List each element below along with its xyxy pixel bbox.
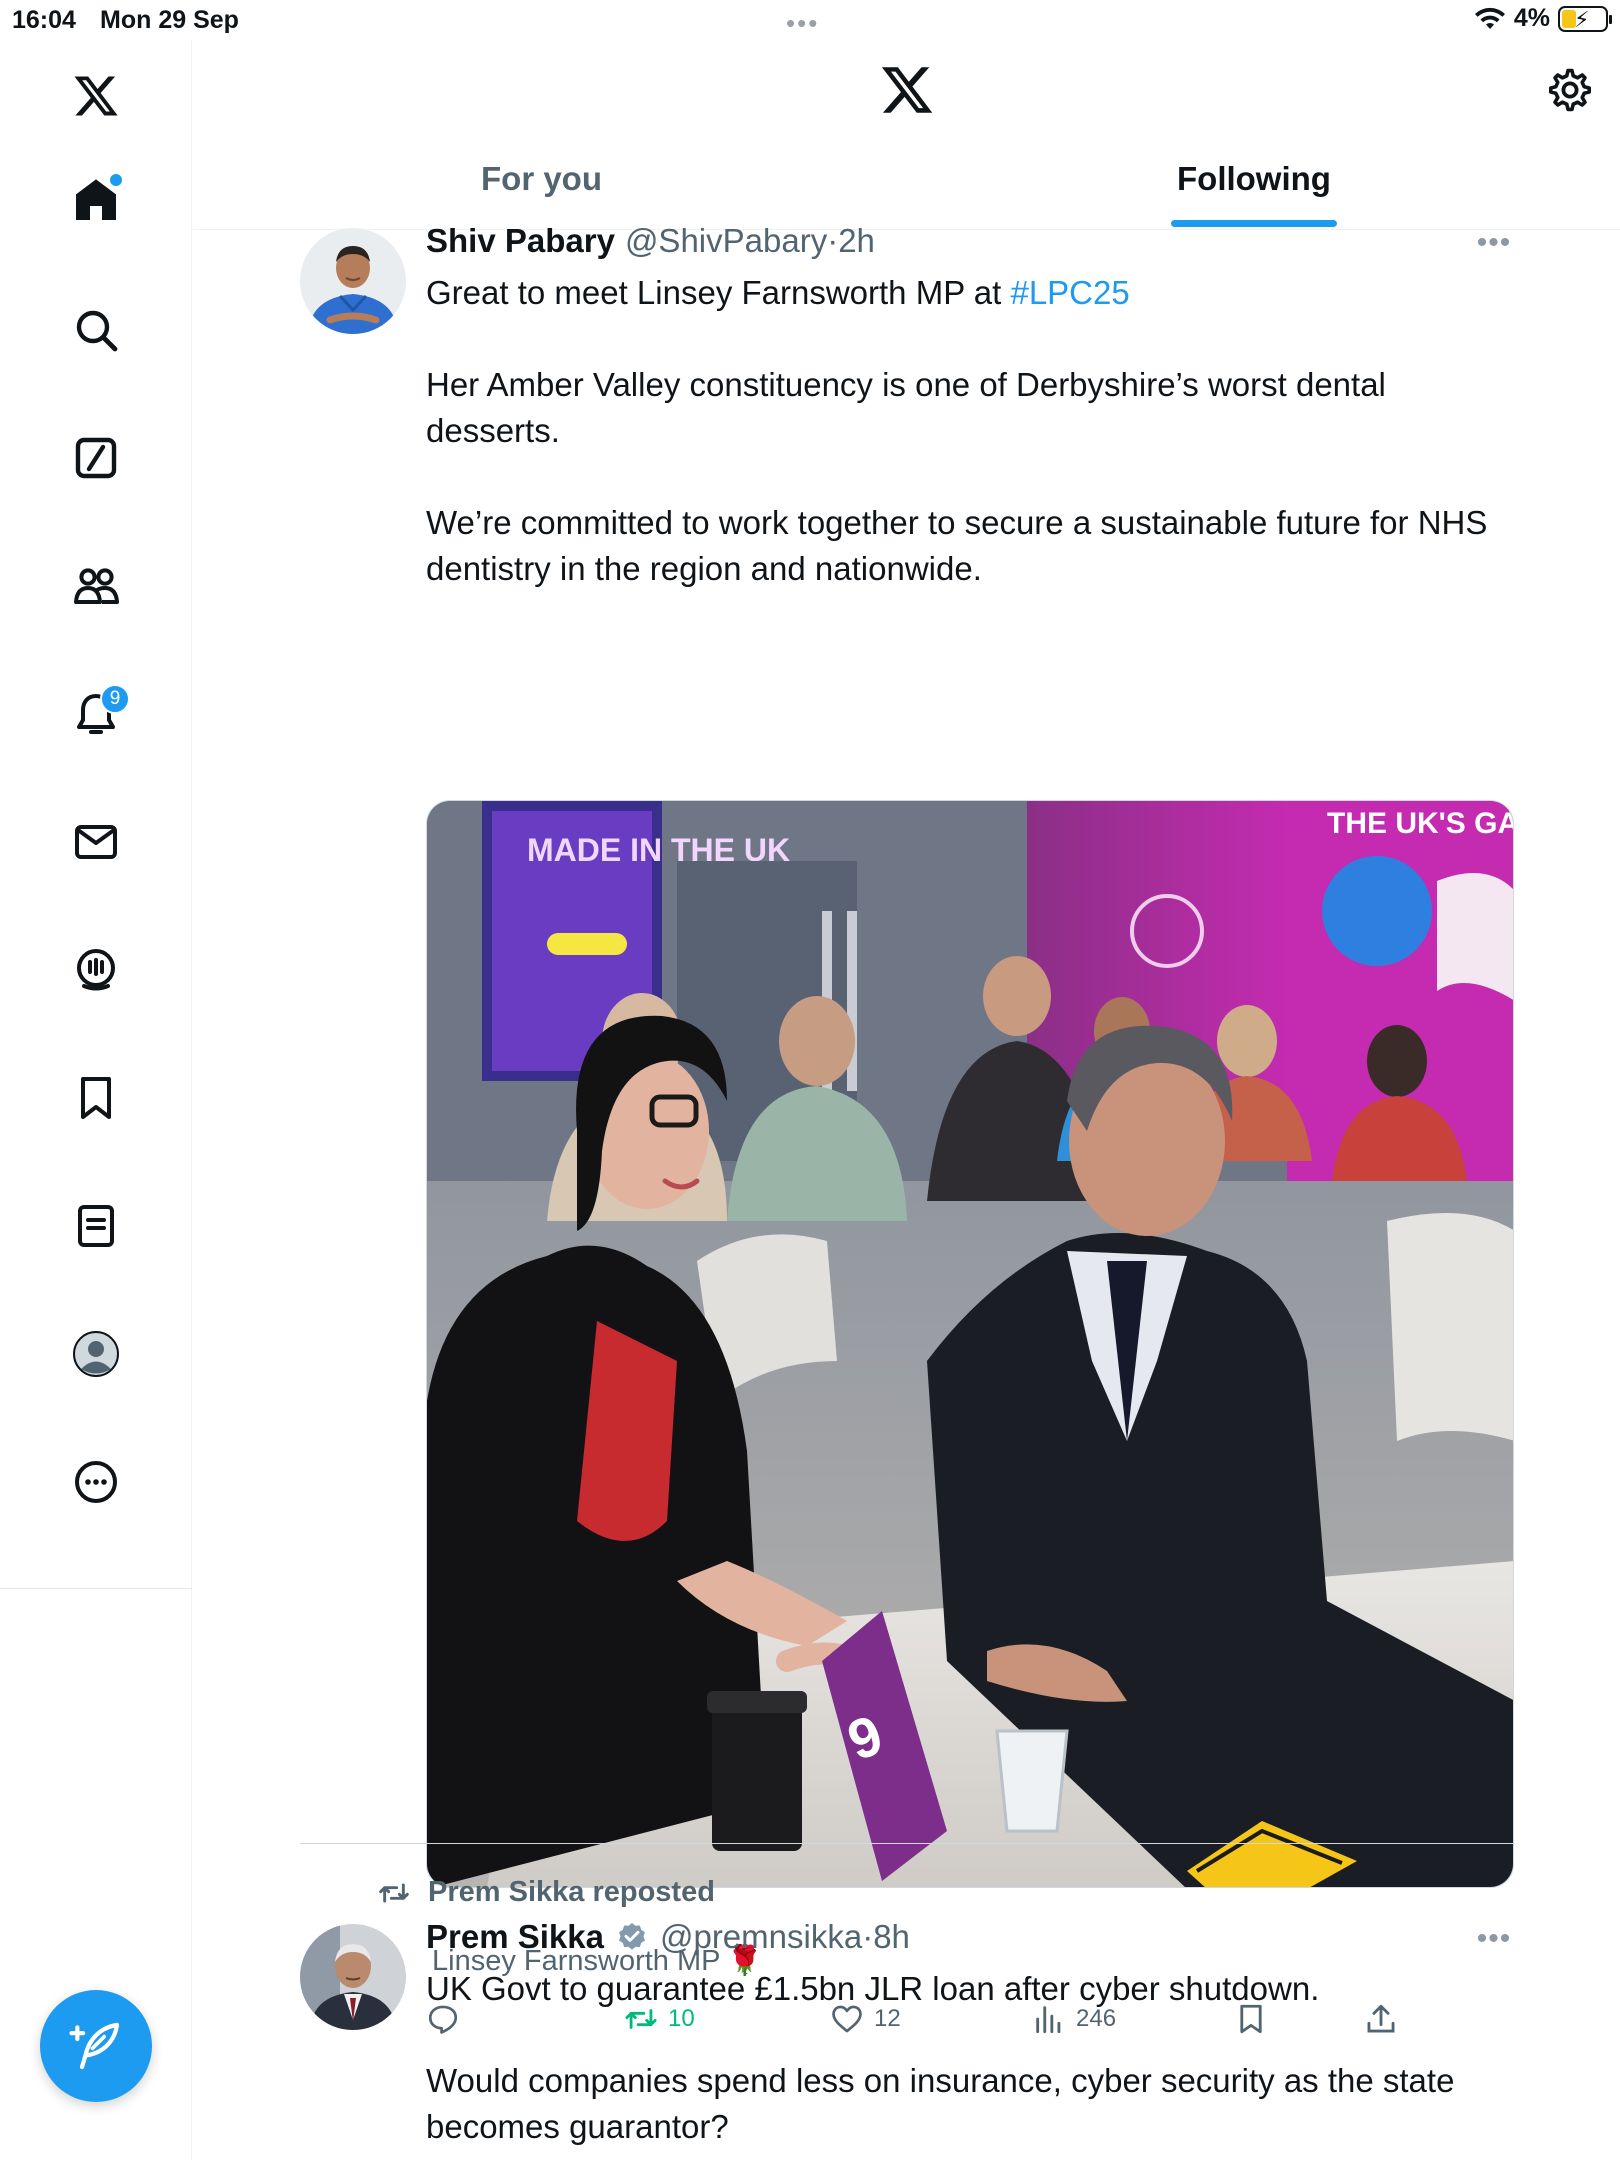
- more-options-icon[interactable]: •••: [1474, 1924, 1514, 1954]
- status-date: Mon 29 Sep: [100, 6, 239, 34]
- timeline-header: For you Following: [193, 40, 1620, 230]
- settings-icon[interactable]: [1546, 66, 1594, 114]
- display-name[interactable]: Prem Sikka: [426, 1918, 604, 1956]
- status-bar: 16:04 Mon 29 Sep ••• 4% ⚡: [0, 0, 1620, 40]
- nav-profile[interactable]: [60, 1318, 132, 1390]
- hashtag-link[interactable]: #LPC25: [1010, 274, 1129, 311]
- tweet-paragraph: Would companies spend less on insurance,…: [426, 2062, 1455, 2145]
- bookmarks-icon: [81, 1077, 111, 1119]
- rail-divider: [0, 1588, 192, 1589]
- repost-label: Prem Sikka reposted: [428, 1876, 715, 1908]
- multitasking-dots-icon[interactable]: •••: [786, 8, 819, 39]
- nav-communities[interactable]: [60, 550, 132, 622]
- compose-button[interactable]: [40, 1990, 152, 2102]
- tweet-header: Shiv Pabary @ShivPabary ·2h: [426, 222, 875, 260]
- nav-bookmarks[interactable]: [60, 1062, 132, 1134]
- active-tab-indicator: [1171, 220, 1337, 227]
- communities-icon: [74, 568, 119, 604]
- verified-badge-icon: [619, 1923, 645, 1950]
- retweet-icon: [379, 1883, 409, 1902]
- notifications-badge: 9: [100, 684, 130, 714]
- handle[interactable]: @ShivPabary: [625, 222, 827, 260]
- nav-spaces[interactable]: [60, 934, 132, 1006]
- nav-notifications[interactable]: 9: [60, 678, 132, 750]
- spaces-icon: [77, 949, 115, 991]
- battery-charging-icon: ⚡: [1558, 5, 1612, 32]
- nav-messages[interactable]: [60, 806, 132, 878]
- search-icon: [76, 310, 118, 352]
- home-unread-dot: [110, 174, 122, 186]
- tweet-paragraph: We’re committed to work together to secu…: [426, 504, 1488, 587]
- handle[interactable]: @premnsikka: [660, 1918, 862, 1956]
- more-options-icon[interactable]: •••: [1474, 228, 1514, 258]
- nav-home[interactable]: [60, 164, 132, 236]
- tweet-text-line: Great to meet Linsey Farnsworth MP at: [426, 274, 1011, 311]
- display-name[interactable]: Shiv Pabary: [426, 222, 615, 260]
- left-nav-rail: 9: [0, 40, 192, 2160]
- status-right: 4% ⚡: [1474, 4, 1612, 33]
- nav-search[interactable]: [60, 294, 132, 366]
- avatar[interactable]: [300, 1924, 406, 2030]
- tweet-text: Great to meet Linsey Farnsworth MP at #L…: [426, 270, 1506, 592]
- x-logo-icon[interactable]: [879, 62, 935, 118]
- timestamp[interactable]: ·8h: [862, 1918, 910, 1956]
- nav-lists[interactable]: [60, 1190, 132, 1262]
- tab-for-you[interactable]: For you: [481, 160, 602, 198]
- tweet-paragraph: UK Govt to guarantee £1.5bn JLR loan aft…: [426, 1970, 1320, 2007]
- compose-icon: [69, 2022, 120, 2070]
- tweet-header: Prem Sikka @premnsikka ·8h: [426, 1918, 910, 1956]
- more-icon: [75, 1461, 117, 1503]
- image-sign-text: THE UK'S GA: [1327, 807, 1514, 840]
- tweet-paragraph: Her Amber Valley constituency is one of …: [426, 366, 1386, 449]
- nav-more[interactable]: [60, 1446, 132, 1518]
- repost-context[interactable]: Prem Sikka reposted: [378, 1876, 715, 1909]
- tweet-text: UK Govt to guarantee £1.5bn JLR loan aft…: [426, 1966, 1506, 2150]
- profile-icon: [73, 1331, 119, 1377]
- tab-following[interactable]: Following: [1177, 160, 1331, 198]
- tweet-photo[interactable]: MADE IN THE UK THE UK'S GA 9: [426, 800, 1514, 1888]
- tweet-card[interactable]: Shiv Pabary @ShivPabary ·2h ••• Great to…: [300, 222, 1514, 2034]
- battery-percent: 4%: [1513, 4, 1550, 32]
- status-time: 16:04: [12, 6, 76, 34]
- tweet-divider: [300, 1843, 1514, 1844]
- grok-icon: [75, 437, 117, 479]
- timestamp[interactable]: ·2h: [827, 222, 875, 260]
- messages-icon: [75, 825, 117, 859]
- x-logo-icon[interactable]: [60, 60, 132, 132]
- lists-icon: [78, 1205, 114, 1247]
- tweet-card[interactable]: Prem Sikka reposted Prem Sikka @premnsik…: [300, 1876, 1514, 2160]
- avatar[interactable]: [300, 228, 406, 334]
- nav-grok[interactable]: [60, 422, 132, 494]
- wifi-icon: [1474, 7, 1505, 29]
